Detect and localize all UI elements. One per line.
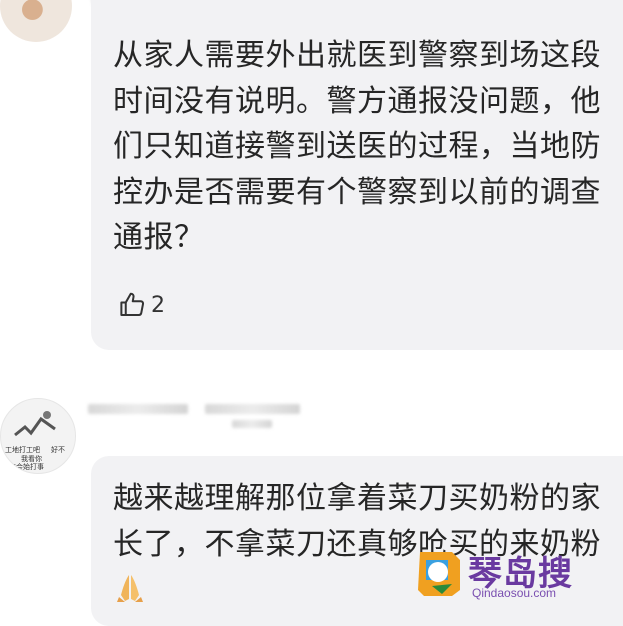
like-button[interactable]: 2 [117, 290, 165, 320]
avatar-caption: 工地打工吧 [5, 446, 40, 454]
commenter-name-blurred [88, 404, 188, 414]
comment-text: 从家人需要外出就医到警察到场这段时间没有说明。警方通报没问题，他们只知道接警到送… [113, 38, 601, 255]
avatar-caption: 每会始打事 [9, 463, 44, 471]
commenter-meta-blurred [232, 420, 272, 428]
thumbs-up-icon [120, 292, 145, 316]
praying-hands-icon [113, 571, 147, 602]
avatar-drawing-icon [14, 411, 56, 437]
watermark-domain: Qindaosou.com [472, 586, 557, 600]
like-count: 2 [151, 292, 165, 318]
watermark-logo-icon [418, 552, 460, 596]
commenter-avatar[interactable] [0, 0, 72, 42]
commenter-avatar[interactable]: 工地打工吧 好不 我看你 每会始打事 [0, 398, 76, 474]
site-watermark: 琴岛搜 Qindaosou.com [412, 542, 622, 606]
avatar-caption: 好不 [51, 446, 65, 454]
commenter-meta-blurred [205, 404, 300, 414]
